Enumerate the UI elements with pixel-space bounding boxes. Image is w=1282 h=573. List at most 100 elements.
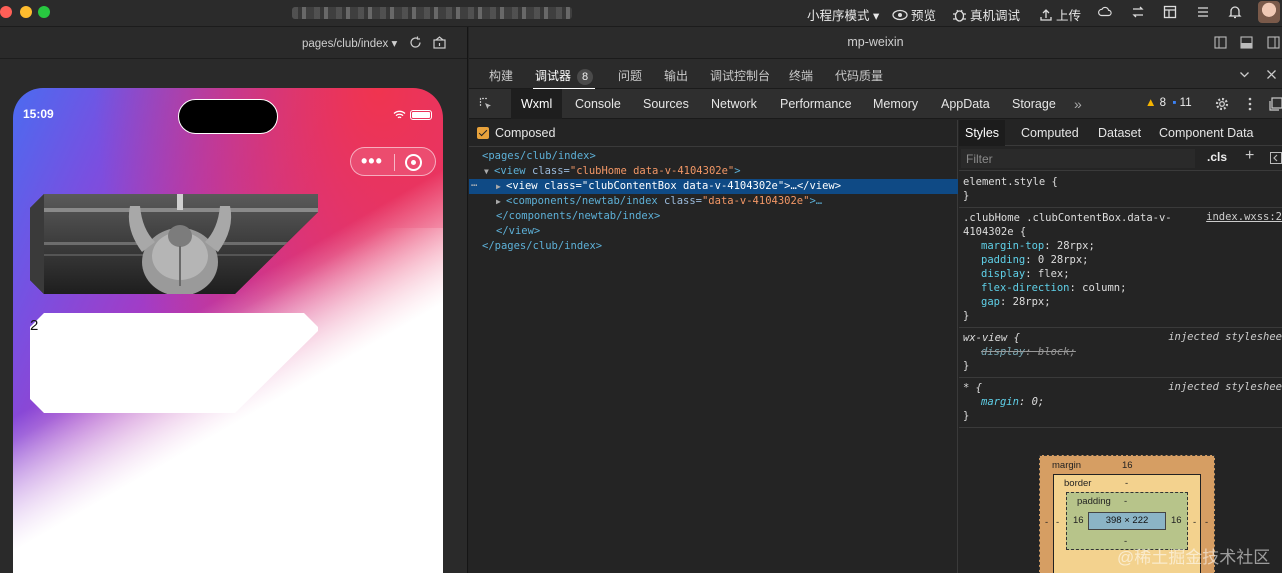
close-icon[interactable] <box>1266 69 1277 80</box>
mini-program-capsule[interactable]: ••• <box>350 147 436 176</box>
tree-node[interactable]: </components/newtab/index> <box>469 209 958 224</box>
rule-club-content-box[interactable]: index.wxss:2 .clubHome .clubContentBox.d… <box>959 208 1282 328</box>
tab-terminal[interactable]: 终端 <box>789 67 813 84</box>
tab-build[interactable]: 构建 <box>489 67 513 84</box>
tab-component-data[interactable]: Component Data <box>1153 120 1260 146</box>
undock-icon[interactable] <box>1269 97 1282 111</box>
cloud-icon[interactable] <box>1098 5 1112 19</box>
panel-tab-wxml[interactable]: Wxml <box>511 89 563 119</box>
layout-icon[interactable] <box>1163 5 1177 19</box>
tab-problems[interactable]: 问题 <box>618 67 642 84</box>
mode-select[interactable]: 小程序模式 ▾ <box>807 5 879 24</box>
stylesheet-link[interactable]: index.wxss:2 <box>1206 211 1282 223</box>
tree-node[interactable]: </pages/club/index> <box>469 239 958 254</box>
more-dots-icon[interactable]: ••• <box>361 152 383 170</box>
padding-left-value[interactable]: 16 <box>1073 515 1084 526</box>
issues-counter[interactable]: ▲ 8 ▪ 11 <box>1145 97 1192 109</box>
border-left-value[interactable]: - <box>1056 517 1059 528</box>
eye-icon <box>892 9 908 20</box>
border-top-value[interactable]: - <box>1125 478 1128 489</box>
caret-right-icon[interactable]: ▶ <box>496 179 506 194</box>
rule-element-style[interactable]: element.style { } <box>959 172 1282 208</box>
preview-button[interactable]: 预览 <box>892 5 936 24</box>
caret-right-icon[interactable]: ▶ <box>496 194 506 209</box>
add-rule-button[interactable]: + <box>1245 147 1254 165</box>
page-path-select[interactable]: pages/club/index ▾ <box>302 36 397 50</box>
tab-code-quality[interactable]: 代码质量 <box>835 67 883 84</box>
padding-right-value[interactable]: 16 <box>1171 515 1182 526</box>
panel-tab-appdata[interactable]: AppData <box>931 89 1000 119</box>
panel-tab-storage[interactable]: Storage <box>1002 89 1066 119</box>
dock-right-icon[interactable] <box>1267 36 1280 49</box>
rule-universal[interactable]: injected styleshee * { margin: 0; } <box>959 378 1282 428</box>
upload-button[interactable]: 上传 <box>1039 5 1081 24</box>
gear-icon[interactable] <box>1215 97 1229 111</box>
node-ellipsis-icon[interactable]: … <box>471 176 477 191</box>
panel-tab-bar: Wxml Console Sources Network Performance… <box>469 89 1282 119</box>
tree-node[interactable]: </view> <box>469 224 958 239</box>
panel-tab-sources[interactable]: Sources <box>633 89 699 119</box>
bell-icon[interactable] <box>1228 5 1242 19</box>
declaration[interactable]: gap: 28rpx; <box>963 295 1278 309</box>
minimize-window-button[interactable] <box>20 6 32 18</box>
refresh-icon[interactable] <box>409 36 422 49</box>
close-window-button[interactable] <box>0 6 12 18</box>
declaration[interactable]: margin-top: 28rpx; <box>963 239 1278 253</box>
declaration[interactable]: flex-direction: column; <box>963 281 1278 295</box>
device-debug-button[interactable]: 真机调试 <box>952 5 1020 24</box>
caret-down-icon[interactable]: ▼ <box>484 164 494 179</box>
devtools-title: mp-weixin <box>847 35 904 49</box>
declaration-overridden[interactable]: display: block; <box>963 345 1278 359</box>
tab-debugger[interactable]: 调试器 8 <box>535 67 594 85</box>
rule-wx-view[interactable]: injected styleshee wx-view { display: bl… <box>959 328 1282 378</box>
margin-left-value[interactable]: - <box>1045 517 1048 528</box>
inspect-element-icon[interactable] <box>479 97 493 111</box>
declaration[interactable]: margin: 0; <box>963 395 1278 409</box>
scene-icon[interactable] <box>433 36 446 49</box>
tab-debug-console[interactable]: 调试控制台 <box>710 67 770 84</box>
panel-tab-performance[interactable]: Performance <box>770 89 862 119</box>
tree-node-selected[interactable]: … ▶ <view class="clubContentBox data-v-410… <box>469 176 958 194</box>
chevron-down-icon[interactable] <box>1239 69 1250 80</box>
panel-tab-network[interactable]: Network <box>701 89 767 119</box>
border-right-value[interactable]: - <box>1193 517 1196 528</box>
tree-node[interactable]: ▼ <view class="clubHome data-v-4104302e"> <box>469 164 958 179</box>
toggle-sidebar-icon[interactable] <box>1270 152 1282 164</box>
tab-styles[interactable]: Styles <box>959 120 1006 146</box>
dock-left-icon[interactable] <box>1214 36 1227 49</box>
styles-filter-input[interactable] <box>961 149 1195 168</box>
margin-right-value[interactable]: - <box>1205 517 1208 528</box>
cls-toggle[interactable]: .cls <box>1207 150 1227 164</box>
kebab-menu-icon[interactable] <box>1247 97 1253 111</box>
styles-tab-bar: Styles Computed Dataset Component Data <box>959 120 1282 146</box>
tab-dataset[interactable]: Dataset <box>1092 120 1147 146</box>
tree-node[interactable]: ▶ <components/newtab/index class="data-v-… <box>469 194 958 209</box>
composed-checkbox[interactable] <box>477 127 489 139</box>
declaration[interactable]: display: flex; <box>963 267 1278 281</box>
swap-icon[interactable] <box>1131 5 1145 19</box>
zoom-window-button[interactable] <box>38 6 50 18</box>
tab-computed[interactable]: Computed <box>1015 120 1085 146</box>
padding-top-value[interactable]: - <box>1124 496 1127 507</box>
selector: element.style { <box>963 176 1058 188</box>
user-avatar[interactable] <box>1258 1 1280 23</box>
composed-toggle[interactable]: Composed <box>477 126 555 140</box>
margin-top-value[interactable]: 16 <box>1122 460 1133 471</box>
declaration[interactable]: padding: 0 28rpx; <box>963 253 1278 267</box>
more-panels-button[interactable]: » <box>1064 89 1092 119</box>
card-text: 2 <box>30 317 39 334</box>
dock-bottom-icon[interactable] <box>1240 36 1253 49</box>
simulator-toolbar: pages/club/index ▾ <box>0 27 467 59</box>
content-size[interactable]: 398 × 222 <box>1088 512 1166 530</box>
rule-close: } <box>963 410 970 422</box>
info-flag-icon: ▪ <box>1172 97 1177 109</box>
menu-icon[interactable] <box>1196 5 1210 19</box>
close-target-icon[interactable] <box>405 154 422 171</box>
tree-node[interactable]: <pages/club/index> <box>469 149 958 164</box>
wifi-icon <box>393 110 406 119</box>
panel-tab-console[interactable]: Console <box>565 89 631 119</box>
tab-output[interactable]: 输出 <box>664 67 688 84</box>
rule-close: } <box>963 190 970 202</box>
panel-tab-memory[interactable]: Memory <box>863 89 928 119</box>
border-label: border <box>1064 478 1092 489</box>
